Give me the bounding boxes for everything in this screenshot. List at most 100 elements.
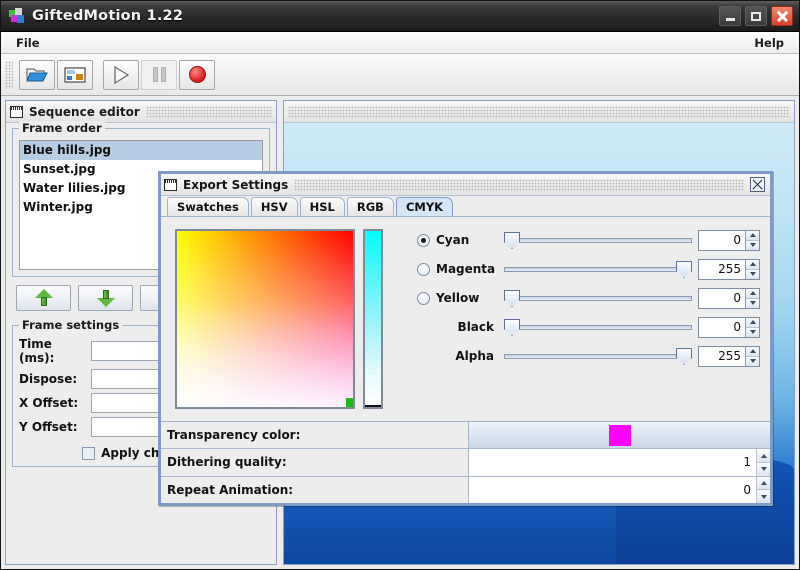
- spinner-up-icon[interactable]: [746, 347, 759, 357]
- spinner-up-icon[interactable]: [746, 318, 759, 328]
- x-offset-label: X Offset:: [19, 396, 91, 410]
- spinner-up-icon[interactable]: [746, 260, 759, 270]
- spinner-down-icon[interactable]: [757, 463, 770, 476]
- spinner-buttons[interactable]: [756, 477, 770, 503]
- frame-settings-label: Frame settings: [19, 318, 122, 332]
- cmyk-tab-panel: Cyan 0 Magenta 255: [161, 217, 770, 421]
- alpha-label: Alpha: [436, 349, 498, 363]
- spinner-up-icon[interactable]: [757, 477, 770, 491]
- move-down-button[interactable]: [78, 285, 133, 311]
- titlebar-texture: [294, 179, 744, 191]
- tab-label: RGB: [357, 200, 384, 214]
- preview-titlebar: [284, 101, 794, 123]
- slider-thumb[interactable]: [676, 348, 692, 365]
- dialog-titlebar: Export Settings: [161, 174, 770, 196]
- cyan-radio[interactable]: [417, 234, 430, 247]
- black-slider[interactable]: [504, 316, 692, 338]
- spinner-buttons[interactable]: [756, 449, 770, 475]
- dithering-quality-spinner[interactable]: 1: [469, 449, 770, 475]
- tab-cmyk[interactable]: CMYK: [396, 197, 453, 216]
- maximize-button[interactable]: [745, 6, 767, 26]
- spinner-down-icon[interactable]: [746, 241, 759, 250]
- spinner-buttons[interactable]: [745, 347, 759, 366]
- spinner-down-icon[interactable]: [746, 270, 759, 279]
- export-button[interactable]: [57, 60, 93, 90]
- minimize-button[interactable]: [719, 6, 741, 26]
- yellow-value: 0: [699, 289, 745, 308]
- open-folder-button[interactable]: [19, 60, 55, 90]
- slider-thumb[interactable]: [504, 290, 520, 307]
- pause-button: [141, 60, 177, 90]
- cyan-slider[interactable]: [504, 229, 692, 251]
- channel-magenta: Magenta 255: [417, 258, 760, 280]
- list-item[interactable]: Blue hills.jpg: [20, 141, 262, 160]
- toolbar: [1, 54, 799, 96]
- black-label: Black: [436, 320, 498, 334]
- black-spinner[interactable]: 0: [698, 317, 760, 338]
- transparency-color-swatch: [609, 425, 631, 446]
- pause-icon: [153, 67, 166, 82]
- titlebar-texture: [146, 106, 272, 118]
- close-button[interactable]: [771, 6, 793, 26]
- spinner-down-icon[interactable]: [746, 299, 759, 308]
- alpha-spinner[interactable]: 255: [698, 346, 760, 367]
- saturation-brightness-picker[interactable]: [175, 229, 355, 409]
- slider-thumb[interactable]: [676, 261, 692, 278]
- slider-thumb[interactable]: [504, 232, 520, 249]
- titlebar-texture: [288, 106, 790, 118]
- sequence-editor-title: Sequence editor: [29, 105, 140, 119]
- spinner-buttons[interactable]: [745, 231, 759, 250]
- magenta-value: 255: [699, 260, 745, 279]
- spinner-up-icon[interactable]: [746, 231, 759, 241]
- tab-hsl[interactable]: HSL: [300, 197, 345, 216]
- spinner-down-icon[interactable]: [746, 328, 759, 337]
- alpha-value: 255: [699, 347, 745, 366]
- export-settings-dialog: Export Settings Swatches HSV HSL RGB CMY…: [158, 171, 773, 506]
- app-icon: [9, 8, 25, 24]
- record-icon: [189, 66, 206, 83]
- toolbar-grip[interactable]: [5, 61, 13, 89]
- transparency-color-button[interactable]: [469, 422, 770, 448]
- dithering-quality-row: Dithering quality: 1: [161, 449, 770, 476]
- play-button[interactable]: [103, 60, 139, 90]
- tab-hsv[interactable]: HSV: [251, 197, 298, 216]
- spinner-buttons[interactable]: [745, 318, 759, 337]
- repeat-animation-spinner[interactable]: 0: [469, 477, 770, 503]
- menu-item-file[interactable]: File: [11, 35, 45, 51]
- move-up-button[interactable]: [16, 285, 71, 311]
- yellow-spinner[interactable]: 0: [698, 288, 760, 309]
- yellow-radio[interactable]: [417, 292, 430, 305]
- slider-track: [504, 325, 692, 330]
- spinner-up-icon[interactable]: [757, 449, 770, 463]
- minimize-icon: [726, 18, 735, 21]
- spinner-down-icon[interactable]: [746, 357, 759, 366]
- spinner-down-icon[interactable]: [757, 490, 770, 503]
- spinner-buttons[interactable]: [745, 289, 759, 308]
- record-button[interactable]: [179, 60, 215, 90]
- color-tabs: Swatches HSV HSL RGB CMYK: [161, 196, 770, 217]
- export-image-icon: [64, 66, 86, 84]
- frame-order-label: Frame order: [19, 121, 105, 135]
- hue-slider[interactable]: [363, 229, 383, 409]
- apply-changes-checkbox[interactable]: [82, 447, 95, 460]
- dialog-title: Export Settings: [183, 178, 288, 192]
- tab-swatches[interactable]: Swatches: [167, 197, 249, 216]
- slider-thumb[interactable]: [504, 319, 520, 336]
- hue-slider-knob[interactable]: [365, 405, 381, 407]
- magenta-radio[interactable]: [417, 263, 430, 276]
- tab-rgb[interactable]: RGB: [347, 197, 394, 216]
- spinner-up-icon[interactable]: [746, 289, 759, 299]
- dialog-close-icon[interactable]: [750, 177, 765, 192]
- window-icon: [10, 106, 23, 118]
- window-titlebar: GiftedMotion 1.22: [1, 1, 799, 32]
- magenta-spinner[interactable]: 255: [698, 259, 760, 280]
- yellow-slider[interactable]: [504, 287, 692, 309]
- spinner-buttons[interactable]: [745, 260, 759, 279]
- repeat-animation-value: 0: [469, 483, 756, 497]
- slider-track: [504, 267, 692, 272]
- alpha-slider[interactable]: [504, 345, 692, 367]
- magenta-slider[interactable]: [504, 258, 692, 280]
- cyan-spinner[interactable]: 0: [698, 230, 760, 251]
- dithering-quality-value: 1: [469, 455, 756, 469]
- menu-item-help[interactable]: Help: [749, 35, 789, 51]
